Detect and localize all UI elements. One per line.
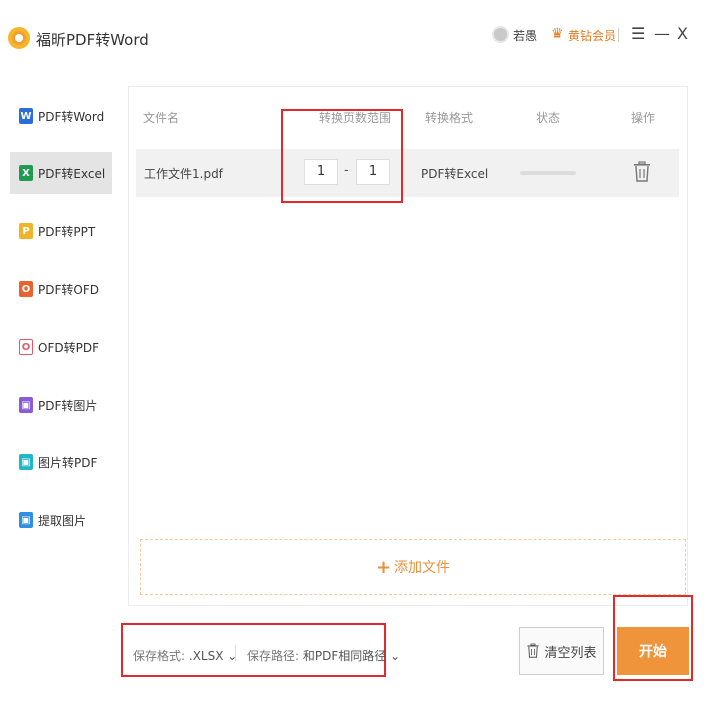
file-name: 工作文件1.pdf xyxy=(144,167,223,181)
page-to-input[interactable]: 1 xyxy=(356,159,390,185)
save-format-select[interactable]: 保存格式: .XLSX ⌄ xyxy=(133,647,237,664)
header-filename: 文件名 xyxy=(143,111,180,125)
minimize-icon[interactable]: — xyxy=(654,24,670,43)
start-label: 开始 xyxy=(639,644,667,660)
save-format-label: 保存格式: xyxy=(133,649,186,663)
trash-icon[interactable] xyxy=(632,161,652,183)
sidebar-item-pdf-to-excel[interactable]: X PDF转Excel xyxy=(10,152,112,194)
app-title: 福昕PDF转Word xyxy=(36,31,149,49)
sidebar-item-label: PDF转Excel xyxy=(38,166,106,181)
sidebar-item-pdf-to-image[interactable]: ▣ PDF转图片 xyxy=(10,384,112,426)
save-path-label: 保存路径: xyxy=(247,649,300,663)
title-bar: 福昕PDF转Word 若愚 ♛ 黄钻会员 ☰ — X xyxy=(0,0,704,78)
sidebar-item-pdf-to-ofd[interactable]: O PDF转OFD xyxy=(10,268,112,310)
save-path-value: 和PDF相同路径 xyxy=(302,649,387,663)
ppt-icon: P xyxy=(19,223,33,239)
sidebar-item-pdf-to-word[interactable]: W PDF转Word xyxy=(10,95,112,137)
progress-bar xyxy=(520,171,576,175)
vip-label[interactable]: 黄钻会员 xyxy=(568,27,616,44)
user-avatar[interactable] xyxy=(492,26,509,43)
clear-list-button[interactable]: 清空列表 xyxy=(519,627,604,675)
header-page-range: 转换页数范围 xyxy=(319,111,392,125)
sidebar-item-label: OFD转PDF xyxy=(38,340,99,355)
page-from-input[interactable]: 1 xyxy=(304,159,338,185)
sidebar-item-label: 提取图片 xyxy=(38,513,87,528)
sidebar-item-extract-images[interactable]: ▣ 提取图片 xyxy=(10,499,112,541)
sidebar-item-pdf-to-ppt[interactable]: P PDF转PPT xyxy=(10,210,112,252)
app-logo-icon xyxy=(8,27,30,49)
sidebar-item-label: PDF转图片 xyxy=(38,398,98,413)
trash-icon xyxy=(527,643,540,658)
sidebar-item-label: PDF转PPT xyxy=(38,224,96,239)
file-list-panel: 文件名 转换页数范围 转换格式 状态 操作 工作文件1.pdf 1 - 1 PD… xyxy=(128,86,688,606)
titlebar-divider xyxy=(618,28,619,42)
save-format-value: .XLSX xyxy=(188,649,224,663)
excel-icon: X xyxy=(19,165,33,181)
plus-icon: + xyxy=(375,556,392,578)
image-pdf-icon: ▣ xyxy=(19,454,33,470)
clear-list-label: 清空列表 xyxy=(544,645,597,661)
crown-icon[interactable]: ♛ xyxy=(551,26,564,42)
sidebar-item-image-to-pdf[interactable]: ▣ 图片转PDF xyxy=(10,441,112,483)
table-row: 工作文件1.pdf 1 - 1 PDF转Excel xyxy=(136,149,679,197)
add-files-label: 添加文件 xyxy=(394,560,451,576)
add-files-button[interactable]: + 添加文件 xyxy=(140,539,686,595)
sidebar-item-label: PDF转Word xyxy=(38,109,105,124)
header-format: 转换格式 xyxy=(425,111,474,125)
word-icon: W xyxy=(19,108,33,124)
convert-format: PDF转Excel xyxy=(421,167,489,181)
ofd-icon: O xyxy=(19,281,33,297)
sidebar-item-label: 图片转PDF xyxy=(38,455,98,470)
header-action: 操作 xyxy=(631,111,656,125)
menu-icon[interactable]: ☰ xyxy=(631,24,645,43)
range-dash: - xyxy=(344,163,349,178)
sidebar-item-ofd-to-pdf[interactable]: O OFD转PDF xyxy=(10,326,112,368)
extract-image-icon: ▣ xyxy=(19,512,33,528)
chevron-down-icon: ⌄ xyxy=(390,649,401,663)
header-status: 状态 xyxy=(536,111,561,125)
save-path-select[interactable]: 保存路径: 和PDF相同路径 ⌄ xyxy=(247,647,400,664)
start-button[interactable]: 开始 xyxy=(617,627,689,675)
image-icon: ▣ xyxy=(19,397,33,413)
sidebar-item-label: PDF转OFD xyxy=(38,282,99,297)
username[interactable]: 若愚 xyxy=(513,27,537,44)
options-divider xyxy=(235,645,236,661)
output-options: 保存格式: .XLSX ⌄ 保存路径: 和PDF相同路径 ⌄ xyxy=(121,623,400,677)
close-icon[interactable]: X xyxy=(677,24,688,43)
ofd-file-icon: O xyxy=(19,339,33,355)
